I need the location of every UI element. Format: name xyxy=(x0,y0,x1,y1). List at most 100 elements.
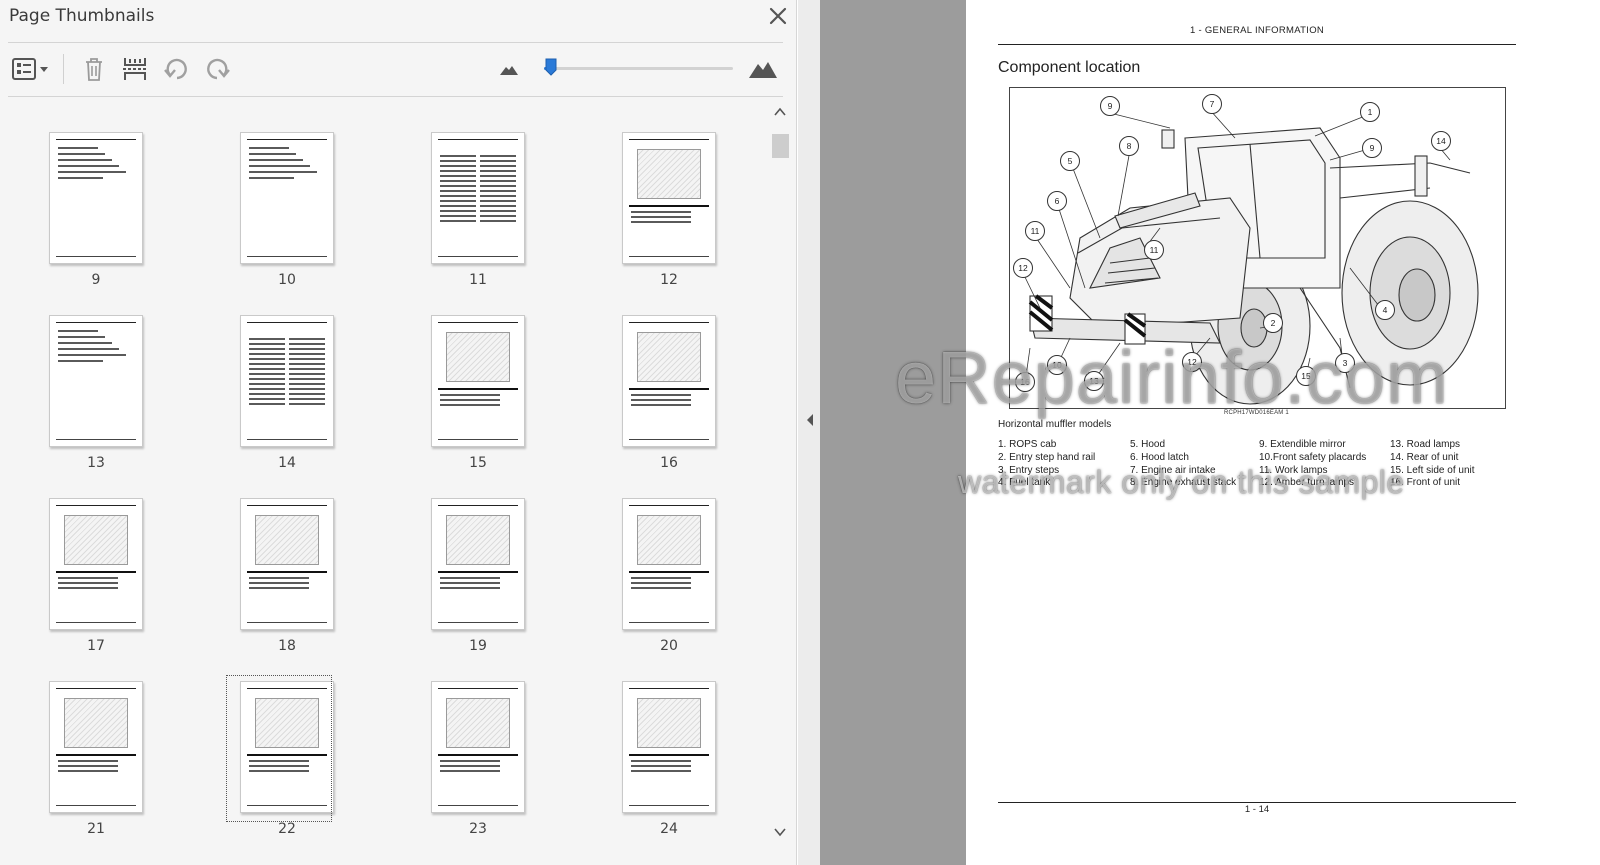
callout-number: 7 xyxy=(1202,94,1222,114)
chevron-up-icon xyxy=(774,107,786,116)
delete-pages-button[interactable] xyxy=(78,52,110,86)
page-number: 1 - 14 xyxy=(1244,804,1270,815)
legend-item: 16. Front of unit xyxy=(1390,477,1461,489)
panel-splitter[interactable] xyxy=(798,0,820,865)
small-mountain-icon xyxy=(500,66,518,75)
page-thumbnail[interactable] xyxy=(240,132,334,264)
page-thumbnails-panel: Page Thumbnails 9 10 11 12 13 14 15 16 1… xyxy=(0,0,797,865)
thumbnail-page-number: 22 xyxy=(278,821,296,837)
legend-item: 4. Fuel tank xyxy=(998,477,1051,489)
rotate-clockwise-button[interactable] xyxy=(200,52,234,86)
legend-column: 5. Hood 6. Hood latch 7. Engine air inta… xyxy=(1130,439,1236,490)
page-thumbnail[interactable] xyxy=(622,681,716,813)
scroll-up-button[interactable] xyxy=(772,104,788,120)
page-thumbnail[interactable] xyxy=(622,132,716,264)
page-thumbnail[interactable] xyxy=(431,681,525,813)
toolbar-separator xyxy=(63,54,64,84)
legend-item: 12. Amber turn lamps xyxy=(1259,477,1355,489)
legend-item: 7. Engine air intake xyxy=(1130,464,1216,476)
thumbnail-cell: 20 xyxy=(581,464,771,654)
scroll-down-button[interactable] xyxy=(772,824,788,840)
header-rule xyxy=(998,44,1516,45)
thumbnail-cell: 11 xyxy=(390,98,581,288)
callout-number: 5 xyxy=(1060,151,1080,171)
rotate-counterclockwise-button[interactable] xyxy=(160,52,194,86)
callout-number: 11 xyxy=(1144,240,1164,260)
trash-icon xyxy=(86,58,102,81)
callout-number: 11 xyxy=(1025,221,1045,241)
legend-item: 2. Entry step hand rail xyxy=(998,451,1096,463)
document-page: 1 - GENERAL INFORMATION Component locati… xyxy=(966,0,1600,865)
thumbnail-options-button[interactable] xyxy=(8,52,52,86)
legend-item: 13. Road lamps xyxy=(1390,439,1461,450)
thumbnail-grid: 9 10 11 12 13 14 15 16 17 18 19 20 21 22 23 24 xyxy=(8,98,771,846)
rotate-clockwise-icon xyxy=(207,58,230,80)
page-thumbnail[interactable] xyxy=(49,681,143,813)
thumbnail-page-number: 23 xyxy=(469,821,487,837)
page-thumbnail[interactable] xyxy=(622,498,716,630)
insert-pages-button[interactable] xyxy=(118,52,152,86)
thumbnail-cell: 13 xyxy=(8,281,199,471)
thumbnail-zoom-slider[interactable] xyxy=(544,67,733,70)
caret-left-icon xyxy=(807,414,813,426)
page-thumbnail[interactable] xyxy=(431,132,525,264)
section-title: Component location xyxy=(998,59,1141,76)
close-panel-button[interactable] xyxy=(765,3,791,29)
thumbnail-cell: 16 xyxy=(581,281,771,471)
callout-number: 1 xyxy=(1360,102,1380,122)
rotate-counterclockwise-icon xyxy=(164,58,187,80)
callout-number: 16 xyxy=(1015,372,1035,392)
page-thumbnail[interactable] xyxy=(240,315,334,447)
callout-number: 9 xyxy=(1100,96,1120,116)
legend-item: 10.Front safety placards xyxy=(1259,451,1367,463)
zoom-out-thumbnails-button[interactable] xyxy=(496,52,522,86)
legend-item: 1. ROPS cab xyxy=(998,439,1057,450)
page-thumbnail[interactable] xyxy=(49,498,143,630)
callout-number: 6 xyxy=(1047,191,1067,211)
legend-item: 15. Left side of unit xyxy=(1390,464,1475,476)
thumbnail-cell: 14 xyxy=(199,281,390,471)
callout-number: 4 xyxy=(1375,300,1395,320)
thumbnail-cell: 9 xyxy=(8,98,199,288)
page-thumbnail[interactable] xyxy=(49,132,143,264)
thumbnail-cell: 22 xyxy=(199,647,390,837)
legend-column: 13. Road lamps 14. Rear of unit 15. Left… xyxy=(1390,439,1475,490)
scrollbar-thumb[interactable] xyxy=(772,134,789,158)
title-divider xyxy=(8,42,783,43)
thumbnail-cell: 24 xyxy=(581,647,771,837)
legend-item: 9. Extendible mirror xyxy=(1259,439,1346,450)
callout-number: 2 xyxy=(1263,313,1283,333)
callout-number: 8 xyxy=(1119,136,1139,156)
figure-code: RCPH17WD016EAM 1 xyxy=(1224,410,1289,416)
legend-item: 3. Entry steps xyxy=(998,464,1060,476)
page-thumbnail[interactable] xyxy=(49,315,143,447)
callout-number: 14 xyxy=(1431,131,1451,151)
legend-column: 1. ROPS cab 2. Entry step hand rail 3. E… xyxy=(998,439,1095,490)
thumbnail-page-number: 21 xyxy=(87,821,105,837)
callout-number: 9 xyxy=(1362,138,1382,158)
models-caption: Horizontal muffler models xyxy=(998,419,1112,430)
callout-number: 15 xyxy=(1296,366,1316,386)
zoom-slider-handle[interactable] xyxy=(545,58,557,76)
toolbar-divider xyxy=(8,96,783,97)
callout-number: 12 xyxy=(1182,352,1202,372)
page-thumbnail[interactable] xyxy=(431,315,525,447)
tractor-component-illustration: 1 2 3 4 5 6 7 8 9 9 10 11 11 12 12 13 14 15 16 xyxy=(1009,87,1506,409)
collapse-panel-button[interactable] xyxy=(803,410,817,430)
footer-rule xyxy=(998,802,1516,803)
chevron-down-icon xyxy=(774,828,786,837)
legend-item: 5. Hood xyxy=(1130,439,1166,450)
page-thumbnail[interactable] xyxy=(240,681,334,813)
callout-number: 10 xyxy=(1047,355,1067,375)
page-thumbnail[interactable] xyxy=(431,498,525,630)
thumbnail-cell: 18 xyxy=(199,464,390,654)
thumbnails-scrollbar[interactable] xyxy=(772,98,789,846)
zoom-in-thumbnails-button[interactable] xyxy=(746,52,780,86)
legend-column: 9. Extendible mirror 10.Front safety pla… xyxy=(1259,439,1366,490)
callout-number: 12 xyxy=(1013,258,1033,278)
callout-number: 13 xyxy=(1084,371,1104,391)
page-thumbnail[interactable] xyxy=(240,498,334,630)
thumbnail-cell: 15 xyxy=(390,281,581,471)
page-thumbnail[interactable] xyxy=(622,315,716,447)
legend-item: 11. Work lamps xyxy=(1259,464,1328,476)
